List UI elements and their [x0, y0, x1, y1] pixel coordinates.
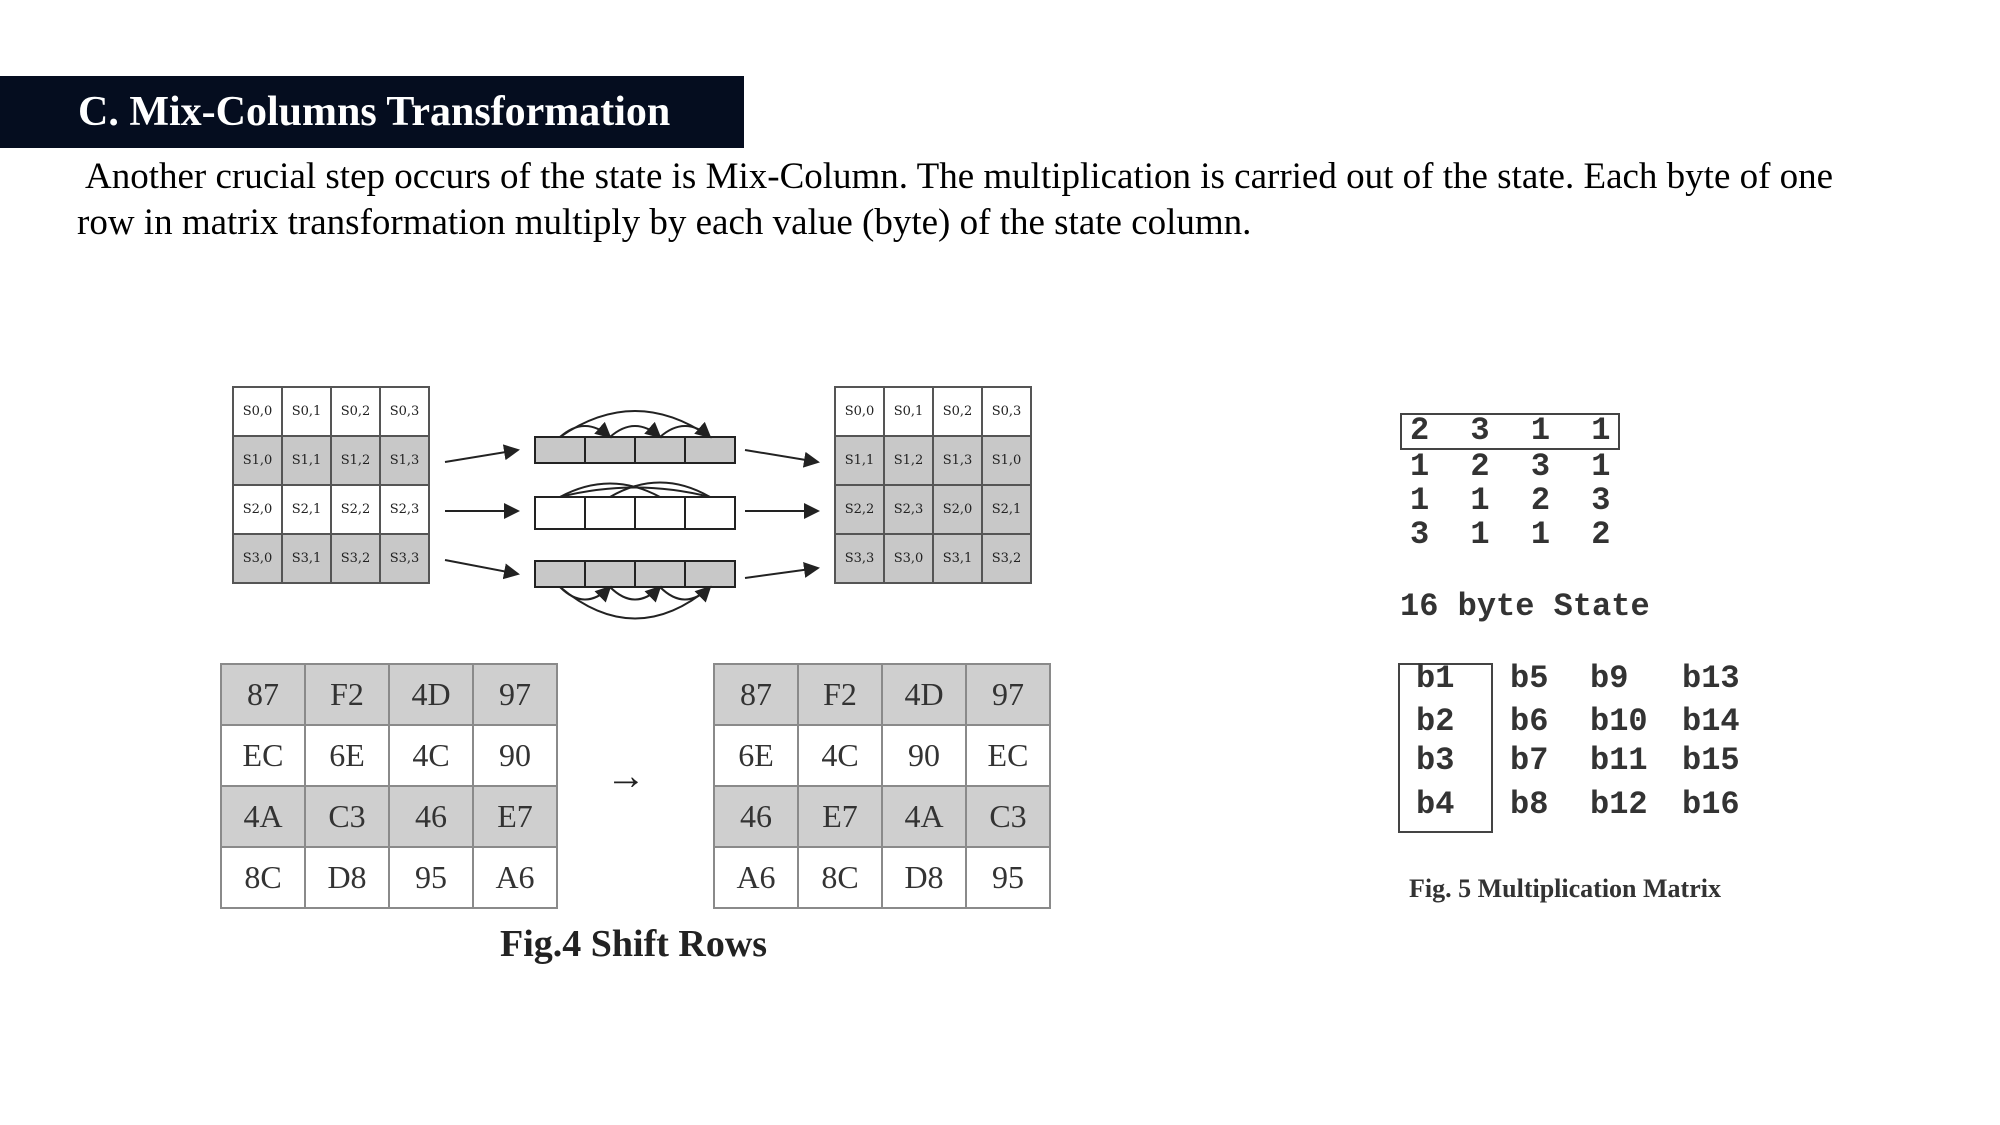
byte-cell: 46: [713, 785, 799, 848]
state-row: b3 b7 b11 b15: [1416, 742, 1740, 779]
bytes-before-table: 87 F2 4D 97 EC 6E 4C 90 4A C3 46 E7 8C D…: [220, 663, 558, 909]
byte-cell: F2: [304, 663, 390, 726]
byte-cell: E7: [797, 785, 883, 848]
matrix-row: 3 1 1 2: [1410, 516, 1622, 553]
byte-cell: 4D: [388, 663, 474, 726]
byte-cell: E7: [472, 785, 558, 848]
state-byte: b9: [1590, 660, 1629, 697]
byte-cell: A6: [713, 846, 799, 909]
rotation-arcs-row-1: [559, 410, 712, 439]
matrix-row: 2 3 1 1: [1410, 412, 1622, 449]
byte-cell: F2: [797, 663, 883, 726]
byte-cell: D8: [304, 846, 390, 909]
rotation-arcs-row-2: [559, 481, 711, 498]
state-row: b1 b5 b9 b13: [1416, 660, 1740, 697]
state-byte: b10: [1590, 703, 1648, 740]
byte-cell: 4D: [881, 663, 967, 726]
byte-cell: 90: [881, 724, 967, 787]
state-byte: b3: [1416, 742, 1455, 779]
fig4-caption: Fig.4 Shift Rows: [500, 923, 768, 965]
state-byte: b12: [1590, 786, 1648, 823]
byte-cell: 4C: [388, 724, 474, 787]
register-row-3: [534, 560, 736, 588]
byte-cell: 6E: [304, 724, 390, 787]
matrix-row: 1 2 3 1: [1410, 448, 1622, 485]
matrix-row: 1 1 2 3: [1410, 482, 1622, 519]
state-row: b2 b6 b10 b14: [1416, 703, 1740, 740]
state-label: 16 byte State: [1400, 588, 1650, 625]
byte-cell: 97: [472, 663, 558, 726]
rotation-arcs-row-3: [559, 585, 712, 620]
byte-cell: 90: [472, 724, 558, 787]
bytes-after-table: 87 F2 4D 97 6E 4C 90 EC 46 E7 4A C3 A6 8…: [713, 663, 1051, 909]
byte-cell: 95: [965, 846, 1051, 909]
state-byte: b1: [1416, 660, 1455, 697]
byte-cell: C3: [965, 785, 1051, 848]
state-byte: b15: [1682, 742, 1740, 779]
byte-cell: 87: [713, 663, 799, 726]
byte-cell: 8C: [797, 846, 883, 909]
state-byte: b11: [1590, 742, 1648, 779]
shift-arrow-icon: →: [606, 753, 646, 798]
state-row: b4 b8 b12 b16: [1416, 786, 1740, 823]
byte-cell: 6E: [713, 724, 799, 787]
state-byte: b5: [1510, 660, 1549, 697]
state-byte: b6: [1510, 703, 1549, 740]
byte-cell: 4A: [881, 785, 967, 848]
byte-cell: A6: [472, 846, 558, 909]
byte-cell: EC: [220, 724, 306, 787]
state-byte: b2: [1416, 703, 1455, 740]
state-byte: b16: [1682, 786, 1740, 823]
byte-cell: 87: [220, 663, 306, 726]
byte-cell: 8C: [220, 846, 306, 909]
byte-cell: 4A: [220, 785, 306, 848]
register-row-1: [534, 436, 736, 464]
byte-cell: 97: [965, 663, 1051, 726]
byte-cell: 46: [388, 785, 474, 848]
byte-cell: 4C: [797, 724, 883, 787]
byte-cell: EC: [965, 724, 1051, 787]
state-byte: b13: [1682, 660, 1740, 697]
register-row-2: [534, 496, 736, 530]
state-byte: b8: [1510, 786, 1549, 823]
fig5-caption: Fig. 5 Multiplication Matrix: [1409, 874, 1721, 903]
byte-cell: D8: [881, 846, 967, 909]
state-byte: b14: [1682, 703, 1740, 740]
shift-rows-diagram: [444, 410, 820, 620]
state-byte: b7: [1510, 742, 1549, 779]
byte-cell: C3: [304, 785, 390, 848]
state-byte: b4: [1416, 786, 1455, 823]
byte-cell: 95: [388, 846, 474, 909]
